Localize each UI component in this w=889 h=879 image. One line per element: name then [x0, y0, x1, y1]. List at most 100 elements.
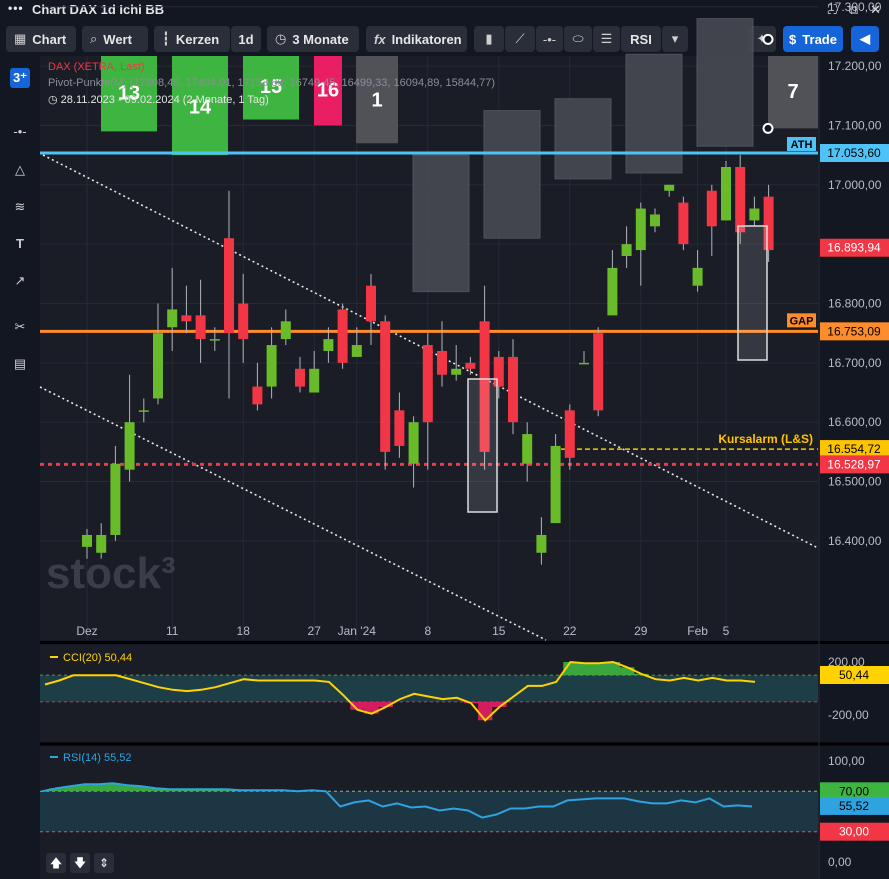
candle-up: [408, 422, 419, 464]
rsi-70-tag-label: 70,00: [839, 784, 869, 798]
candle-up: [110, 463, 121, 535]
candle-up: [153, 333, 163, 399]
x-tick-label: 11: [166, 624, 179, 638]
gap-tag-text: GAP: [790, 315, 814, 327]
candle-up: [607, 267, 618, 316]
cci-legend: CCI(20) 50,44: [63, 652, 132, 664]
clock-icon: ◷: [48, 94, 58, 106]
gap-price-tag-label: 16.753,09: [827, 324, 881, 338]
cci-tick-label: -200,00: [828, 708, 869, 722]
candle-up: [749, 208, 760, 221]
rsi-legend: RSI(14) 55,52: [63, 752, 131, 764]
rsi-band-fill: [40, 791, 818, 832]
ichimoku-cloud-box: [554, 98, 612, 180]
move-up-icon[interactable]: 🡅: [46, 853, 66, 873]
selection-box: [467, 378, 498, 513]
candle-down: [252, 386, 263, 405]
x-tick-label: Feb: [687, 624, 708, 638]
candle-up: [138, 410, 149, 412]
collapse-icon[interactable]: ⇕: [94, 853, 114, 873]
candle-down: [195, 315, 206, 340]
x-tick-label: 18: [237, 624, 251, 638]
x-tick-label: 22: [563, 624, 577, 638]
candle-down: [181, 315, 192, 322]
x-tick-label: Dez: [76, 624, 97, 638]
watermark: stock³: [46, 549, 176, 598]
rsi-tick-label: 100,00: [828, 754, 865, 768]
x-tick-label: 5: [723, 624, 730, 638]
x-tick-label: 27: [308, 624, 322, 638]
candle-down: [337, 309, 348, 363]
candle-up: [664, 184, 675, 191]
candle-up: [635, 208, 646, 251]
last-price-tag-label: 16.893,94: [827, 241, 881, 255]
x-tick-label: 8: [424, 624, 431, 638]
ichimoku-cloud-box: [483, 110, 541, 239]
anchor-handle: [762, 122, 774, 134]
candle-down: [465, 362, 476, 369]
candle-down: [366, 285, 376, 322]
candle-up: [621, 244, 632, 257]
candle-down: [706, 190, 717, 227]
y-tick-label: 17.100,00: [828, 118, 882, 132]
candle-up: [451, 368, 462, 375]
y-tick-label: 17.000,00: [828, 178, 882, 192]
candle-up: [721, 166, 731, 221]
candle-up: [266, 345, 277, 387]
x-tick-label: Jan '24: [338, 624, 377, 638]
ath-price-tag-label: 17.053,60: [827, 146, 881, 160]
move-down-icon[interactable]: 🡇: [70, 853, 90, 873]
chart-canvas[interactable]: 17.300,0017.200,0017.100,0017.000,0016.9…: [0, 0, 889, 879]
pivot-legend: Pivot-Punkte(M) (17808,45, 17404,01, 171…: [48, 77, 496, 89]
candle-up: [124, 422, 135, 470]
y-tick-label: 17.200,00: [828, 59, 882, 73]
y-tick-label: 16.500,00: [828, 475, 882, 489]
numbered-box-label: 1: [371, 90, 382, 112]
candle-up: [550, 445, 561, 524]
candle-up: [650, 214, 660, 227]
candle-down: [422, 345, 433, 423]
candle-up: [522, 434, 533, 464]
candle-up: [323, 339, 334, 351]
selection-box: [737, 225, 768, 361]
candle-down: [564, 410, 575, 458]
ichimoku-cloud-box: [625, 53, 683, 174]
period-label: 28.11.2023 - 09.02.2024 (2 Monate, 1 Tag…: [60, 94, 269, 106]
candle-down: [508, 356, 518, 423]
ichimoku-cloud-box: [696, 18, 754, 147]
support-price-tag-label: 16.528,97: [827, 457, 881, 471]
cci-value-tag-label: 50,44: [839, 668, 869, 682]
candle-up: [536, 534, 547, 553]
candle-down: [394, 410, 405, 446]
candle-down: [295, 368, 305, 387]
candle-down: [437, 350, 447, 375]
y-tick-label: 16.600,00: [828, 415, 882, 429]
rsi-value-tag-label: 55,52: [839, 799, 869, 813]
alarm-price-tag-label: 16.554,72: [827, 442, 881, 456]
candle-up: [167, 309, 178, 328]
candle-down: [735, 166, 746, 233]
candle-down: [224, 238, 234, 334]
candle-up: [209, 339, 220, 341]
x-tick-label: 29: [634, 624, 648, 638]
y-tick-label: 16.800,00: [828, 297, 882, 311]
ichimoku-cloud-box: [412, 154, 470, 293]
alarm-tag: Kursalarm (L&S): [718, 432, 813, 446]
candle-up: [280, 321, 291, 340]
instrument-legend: DAX (XETRA, Last): [48, 61, 145, 73]
candle-up: [351, 345, 362, 357]
anchor-handle: [762, 33, 774, 45]
candle-down: [238, 303, 249, 340]
candle-up: [82, 534, 92, 547]
candle-up: [96, 534, 107, 553]
candle-up: [309, 368, 320, 393]
candle-up: [579, 362, 589, 365]
y-tick-label: 16.700,00: [828, 356, 882, 370]
candle-down: [380, 321, 391, 452]
ath-tag-text: ATH: [791, 139, 813, 151]
rsi-tick-label: 0,00: [828, 855, 852, 869]
candle-up: [692, 267, 703, 286]
y-tick-label: 16.400,00: [828, 534, 882, 548]
y-tick-label: 17.300,00: [828, 0, 882, 14]
rsi-30-tag-label: 30,00: [839, 825, 869, 839]
